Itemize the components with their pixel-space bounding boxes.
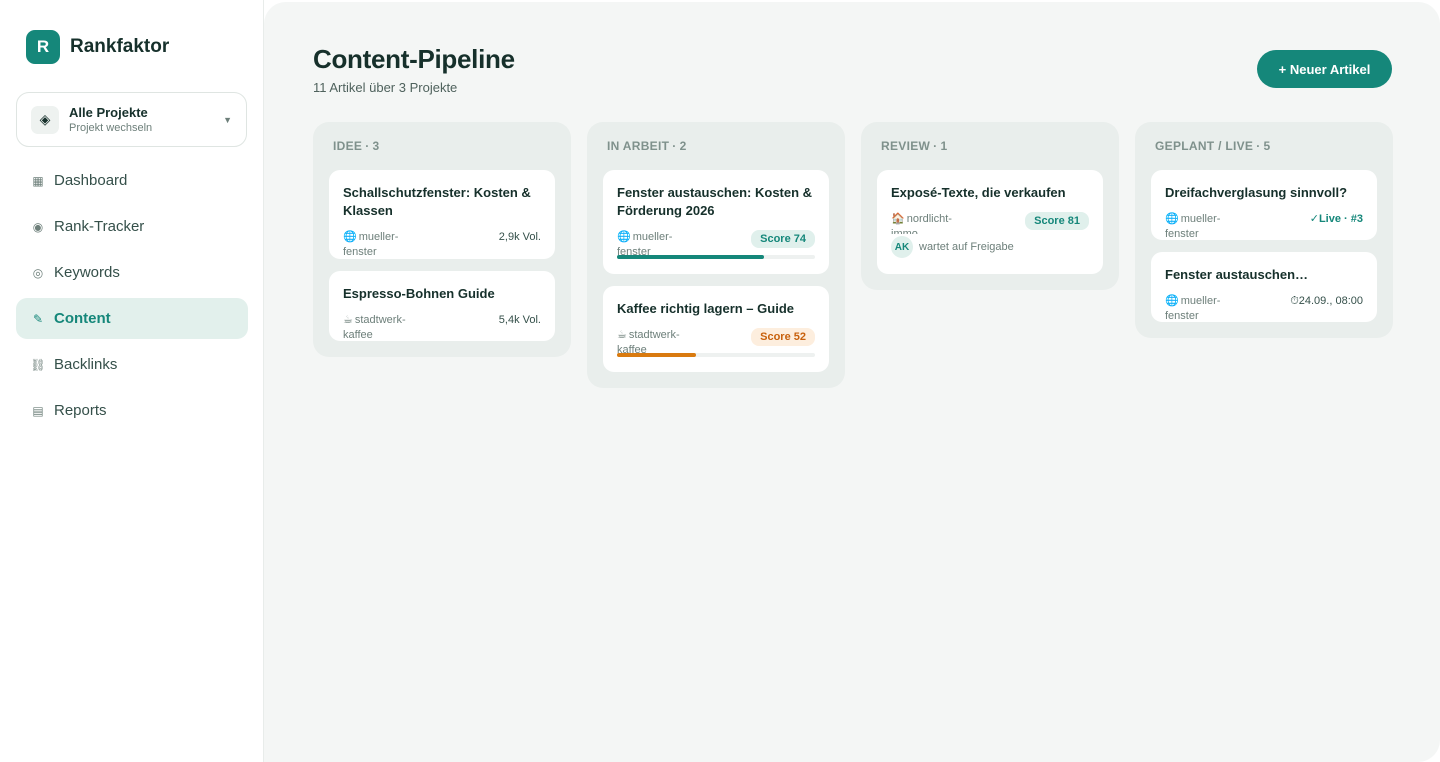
chevron-down-icon: ▼ xyxy=(223,114,232,125)
column-header: REVIEW · 1 xyxy=(881,139,948,153)
column-count: 2 xyxy=(679,139,687,153)
sidebar-item-keywords[interactable]: ◎ Keywords xyxy=(16,252,248,293)
article-card[interactable]: Kaffee richtig lagern – Guide ☕ stadtwerk… xyxy=(603,286,829,372)
column-in-arbeit: IN ARBEIT · 2 Fenster austauschen: Kosten … xyxy=(587,122,845,388)
sidebar-item-dashboard[interactable]: ▦ Dashboard xyxy=(16,160,248,201)
article-card[interactable]: Fenster austauschen: Kosten & Förderung … xyxy=(603,170,829,274)
house-icon: 🏠 xyxy=(891,213,905,225)
card-meta: 🌐 mueller-fenster ✓Live · #3 xyxy=(1165,212,1363,240)
project-switcher[interactable]: ◈ Alle Projekte Projekt wechseln ▼ xyxy=(16,92,247,147)
live-status-badge: ✓Live · #3 xyxy=(1309,213,1363,225)
page-title: Content-Pipeline xyxy=(313,44,515,74)
article-card[interactable]: Espresso-Bohnen Guide ☕ stadtwerk-kaffee … xyxy=(329,271,555,341)
sidebar-item-label: Content xyxy=(54,310,111,327)
column-name: IN ARBEIT xyxy=(607,139,670,153)
project-switcher-text: Alle Projekte Projekt wechseln xyxy=(69,105,223,135)
sidebar-item-label: Rank-Tracker xyxy=(54,218,145,235)
card-meta: 🌐 mueller-fenster 2,9k Vol. xyxy=(343,230,541,259)
search-volume: 5,4k Vol. xyxy=(498,314,541,326)
main-content: Content-Pipeline 11 Artikel über 3 Proje… xyxy=(264,2,1440,762)
article-card[interactable]: Schallschutzfenster: Kosten & Klassen 🌐 m… xyxy=(329,170,555,259)
progress-fill xyxy=(617,353,697,357)
card-title: Dreifachverglasung sinnvoll? xyxy=(1165,185,1348,200)
sidebar-item-content[interactable]: ✎ Content xyxy=(16,298,248,339)
column-name: REVIEW xyxy=(881,139,931,153)
seo-score-badge: Score 81 xyxy=(1025,212,1089,230)
column-geplant-live: GEPLANT / LIVE · 5 Dreifachverglasung sinn… xyxy=(1135,122,1393,338)
circle-icon: ◎ xyxy=(32,265,44,280)
sidebar-item-label: Keywords xyxy=(54,264,120,281)
link-icon: ⛓ xyxy=(30,357,46,372)
column-count: 1 xyxy=(940,139,948,153)
project-tag: 🌐 mueller-fenster xyxy=(1165,294,1237,322)
globe-icon: 🌐 xyxy=(617,231,631,243)
article-card[interactable]: Exposé-Texte, die verkaufen 🏠 nordlicht-i… xyxy=(877,170,1103,274)
brand-logo: R xyxy=(26,30,60,64)
globe-icon: 🌐 xyxy=(343,231,357,243)
search-volume: 2,9k Vol. xyxy=(498,231,541,243)
sidebar-item-label: Backlinks xyxy=(54,356,118,373)
avatar: AK xyxy=(891,236,913,258)
coffee-icon: ☕ xyxy=(343,314,353,326)
assignee: AK wartet auf Freigabe xyxy=(891,236,1089,270)
sidebar: R Rankfaktor ◈ Alle Projekte Projekt wec… xyxy=(0,0,264,762)
seo-score-progress xyxy=(617,255,815,259)
column-header: GEPLANT / LIVE · 5 xyxy=(1155,139,1271,153)
diamond-icon: ◈ xyxy=(31,105,59,134)
column-header: IDEE · 3 xyxy=(333,139,380,153)
sidebar-item-rank-tracker[interactable]: ◉ Rank-Tracker xyxy=(16,206,248,247)
column-count: 3 xyxy=(372,139,380,153)
card-meta: ☕ stadtwerk-kaffee 5,4k Vol. xyxy=(343,313,541,341)
card-meta: 🏠 nordlicht-immo Score 81 xyxy=(891,212,1089,234)
project-tag: 🌐 mueller-fenster xyxy=(343,230,415,259)
coffee-icon: ☕ xyxy=(617,329,627,341)
card-meta: 🌐 mueller-fenster ⏱24.09., 08:00 xyxy=(1165,294,1363,322)
target-icon: ◉ xyxy=(32,219,44,234)
sidebar-item-label: Dashboard xyxy=(54,172,128,189)
card-title: Schallschutzfenster: Kosten & Klassen xyxy=(343,185,531,218)
sidebar-item-backlinks[interactable]: ⛓ Backlinks xyxy=(16,344,248,385)
project-switcher-subtitle: Projekt wechseln xyxy=(69,121,153,134)
grid-icon: ▦ xyxy=(32,173,44,188)
review-status: wartet auf Freigabe xyxy=(919,241,1014,253)
scheduled-date: ⏱24.09., 08:00 xyxy=(1290,295,1363,307)
project-tag: ☕ stadtwerk-kaffee xyxy=(343,313,415,341)
card-title: Espresso-Bohnen Guide xyxy=(343,286,495,301)
globe-icon: 🌐 xyxy=(1165,213,1179,225)
new-article-button[interactable]: + Neuer Artikel xyxy=(1257,50,1392,88)
project-switcher-title: Alle Projekte xyxy=(69,104,148,120)
card-title: Fenster austauschen: Kosten & Förderung … xyxy=(617,185,813,218)
globe-icon: 🌐 xyxy=(1165,295,1179,307)
sidebar-item-label: Reports xyxy=(54,402,107,419)
sidebar-item-reports[interactable]: ▤ Reports xyxy=(16,390,248,431)
article-card[interactable]: Dreifachverglasung sinnvoll? 🌐 mueller-fe… xyxy=(1151,170,1377,240)
seo-score-badge: Score 52 xyxy=(751,328,815,346)
column-idee: IDEE · 3 Schallschutzfenster: Kosten & Kla… xyxy=(313,122,571,357)
brand-name: Rankfaktor xyxy=(70,36,170,57)
seo-score-badge: Score 74 xyxy=(751,230,815,248)
card-title: Exposé-Texte, die verkaufen xyxy=(891,185,1066,200)
pen-icon: ✎ xyxy=(32,311,44,326)
report-icon: ▤ xyxy=(32,403,44,418)
progress-fill xyxy=(617,255,764,259)
column-name: GEPLANT / LIVE xyxy=(1155,139,1254,153)
column-name: IDEE xyxy=(333,139,363,153)
column-header: IN ARBEIT · 2 xyxy=(607,139,687,153)
column-count: 5 xyxy=(1263,139,1271,153)
card-title: Fenster austauschen… xyxy=(1165,267,1309,282)
column-review: REVIEW · 1 Exposé-Texte, die verkaufen 🏠 no… xyxy=(861,122,1119,290)
project-tag: 🌐 mueller-fenster xyxy=(1165,212,1237,240)
article-card[interactable]: Fenster austauschen… 🌐 mueller-fenster ⏱2… xyxy=(1151,252,1377,322)
card-title: Kaffee richtig lagern – Guide xyxy=(617,301,794,316)
sidebar-nav: ▦ Dashboard ◉ Rank-Tracker ◎ Keywords ✎ … xyxy=(16,160,248,436)
seo-score-progress xyxy=(617,353,815,357)
brand[interactable]: R Rankfaktor xyxy=(26,30,169,64)
project-tag: 🏠 nordlicht-immo xyxy=(891,212,963,234)
page-subtitle: 11 Artikel über 3 Projekte xyxy=(313,80,458,95)
